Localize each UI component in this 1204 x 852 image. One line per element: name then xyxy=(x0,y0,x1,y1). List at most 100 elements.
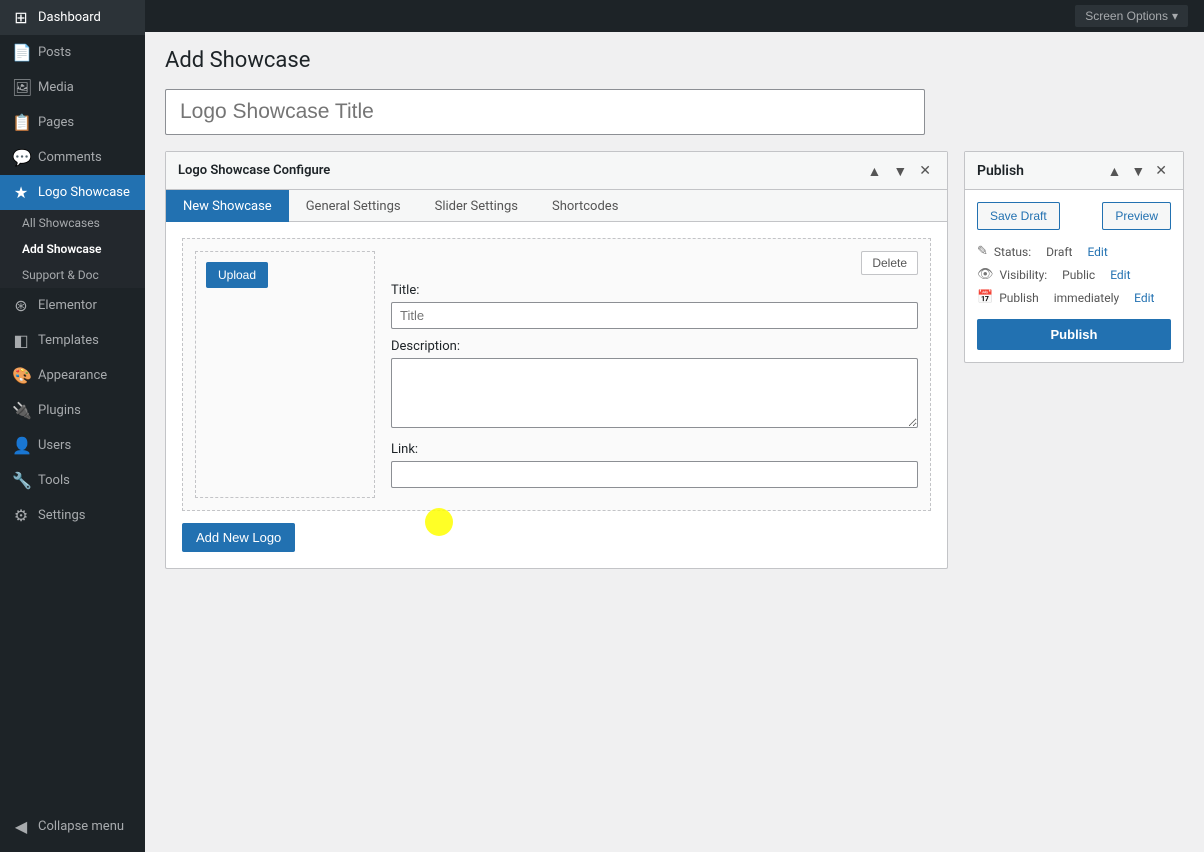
screen-options-button[interactable]: Screen Options ▾ xyxy=(1075,5,1188,27)
publish-time-value: immediately xyxy=(1054,291,1119,305)
sidebar-sub-label: Add Showcase xyxy=(22,242,102,256)
sidebar-item-all-showcases[interactable]: All Showcases xyxy=(0,210,145,236)
link-field-label: Link: xyxy=(391,442,918,457)
screen-options-label: Screen Options xyxy=(1085,9,1168,23)
tab-slider-settings[interactable]: Slider Settings xyxy=(418,190,535,222)
configure-box: Logo Showcase Configure ▲ ▼ ✕ New Showca… xyxy=(165,151,948,569)
publish-box-header: Publish ▲ ▼ ✕ xyxy=(965,152,1183,190)
logo-fields: Delete Title: Description: Link: xyxy=(391,251,918,498)
settings-icon: ⚙ xyxy=(12,506,30,525)
sidebar-item-logo-showcase[interactable]: ★ Logo Showcase xyxy=(0,175,145,210)
sidebar: ⊞ Dashboard 📄 Posts 🖼 Media 📋 Pages 💬 Co… xyxy=(0,0,145,852)
plugins-icon: 🔌 xyxy=(12,401,30,420)
configure-box-header: Logo Showcase Configure ▲ ▼ ✕ xyxy=(166,152,947,190)
visibility-edit-link[interactable]: Edit xyxy=(1110,268,1130,282)
posts-icon: 📄 xyxy=(12,43,30,62)
publish-box: Publish ▲ ▼ ✕ Save Draft Preview xyxy=(964,151,1184,363)
sidebar-item-dashboard[interactable]: ⊞ Dashboard xyxy=(0,0,145,35)
logo-description-input[interactable] xyxy=(391,358,918,428)
showcase-title-input[interactable] xyxy=(165,89,925,135)
sidebar-sub-label: All Showcases xyxy=(22,216,100,230)
upload-button[interactable]: Upload xyxy=(206,262,268,288)
save-draft-button[interactable]: Save Draft xyxy=(977,202,1060,230)
publish-box-close-btn[interactable]: ✕ xyxy=(1151,160,1171,181)
sidebar-item-appearance[interactable]: 🎨 Appearance xyxy=(0,358,145,393)
sidebar-item-label: Elementor xyxy=(38,298,97,313)
calendar-icon: 📅 xyxy=(977,290,993,305)
configure-box-close-btn[interactable]: ✕ xyxy=(915,160,935,181)
add-new-logo-button[interactable]: Add New Logo xyxy=(182,523,295,552)
sidebar-item-label: Plugins xyxy=(38,403,81,418)
publish-box-up-btn[interactable]: ▲ xyxy=(1104,160,1126,181)
sidebar-item-label: Templates xyxy=(38,333,99,348)
sidebar-collapse-menu[interactable]: ◀ Collapse menu xyxy=(0,809,145,844)
sidebar-item-label: Posts xyxy=(38,45,71,60)
tab-shortcodes[interactable]: Shortcodes xyxy=(535,190,635,222)
publish-button[interactable]: Publish xyxy=(977,319,1171,350)
status-label: Status: xyxy=(994,245,1031,259)
visibility-icon: 👁 xyxy=(977,267,994,282)
logo-showcase-icon: ★ xyxy=(12,183,30,202)
users-icon: 👤 xyxy=(12,436,30,455)
sidebar-item-settings[interactable]: ⚙ Settings xyxy=(0,498,145,533)
dashboard-icon: ⊞ xyxy=(12,8,30,27)
tab-general-settings[interactable]: General Settings xyxy=(289,190,418,222)
sidebar-sub-label: Support & Doc xyxy=(22,268,99,282)
description-field-label: Description: xyxy=(391,339,918,354)
sidebar-item-templates[interactable]: ◧ Templates xyxy=(0,323,145,358)
sidebar-item-users[interactable]: 👤 Users xyxy=(0,428,145,463)
templates-icon: ◧ xyxy=(12,331,30,350)
publish-meta: ✎ Status: Draft Edit 👁 Visibility: Publi… xyxy=(977,244,1171,305)
publish-time-edit-link[interactable]: Edit xyxy=(1134,291,1154,305)
sidebar-item-plugins[interactable]: 🔌 Plugins xyxy=(0,393,145,428)
publish-box-body: Save Draft Preview ✎ Status: Draft Edit xyxy=(965,190,1183,362)
publish-box-title: Publish xyxy=(977,163,1024,179)
sidebar-item-add-showcase[interactable]: Add Showcase xyxy=(0,236,145,262)
visibility-label: Visibility: xyxy=(1000,268,1048,282)
sidebar-item-support-doc[interactable]: Support & Doc xyxy=(0,262,145,288)
topbar: Screen Options ▾ xyxy=(145,0,1204,32)
title-field-label: Title: xyxy=(391,283,918,298)
sidebar-item-label: Media xyxy=(38,80,74,95)
status-value: Draft xyxy=(1046,245,1072,259)
content-layout: Logo Showcase Configure ▲ ▼ ✕ New Showca… xyxy=(165,151,1184,569)
collapse-label: Collapse menu xyxy=(38,819,124,834)
elementor-icon: ⊛ xyxy=(12,296,30,315)
tools-icon: 🔧 xyxy=(12,471,30,490)
publish-box-controls: ▲ ▼ ✕ xyxy=(1104,160,1171,181)
sidebar-item-label: Settings xyxy=(38,508,85,523)
status-meta-item: ✎ Status: Draft Edit xyxy=(977,244,1171,259)
sidebar-item-posts[interactable]: 📄 Posts xyxy=(0,35,145,70)
configure-box-up-btn[interactable]: ▲ xyxy=(864,160,886,181)
logo-upload-area: Upload xyxy=(195,251,375,498)
sidebar-item-media[interactable]: 🖼 Media xyxy=(0,70,145,105)
tab-bar: New Showcase General Settings Slider Set… xyxy=(166,190,947,222)
visibility-value: Public xyxy=(1062,268,1095,282)
sidebar-item-elementor[interactable]: ⊛ Elementor xyxy=(0,288,145,323)
configure-box-down-btn[interactable]: ▼ xyxy=(889,160,911,181)
media-icon: 🖼 xyxy=(12,78,30,97)
logo-link-input[interactable] xyxy=(391,461,918,488)
sidebar-item-comments[interactable]: 💬 Comments xyxy=(0,140,145,175)
sidebar-submenu: All Showcases Add Showcase Support & Doc xyxy=(0,210,145,288)
sidebar-item-label: Appearance xyxy=(38,368,107,383)
sidebar-item-tools[interactable]: 🔧 Tools xyxy=(0,463,145,498)
publish-time-meta-item: 📅 Publish immediately Edit xyxy=(977,290,1171,305)
sidebar-item-pages[interactable]: 📋 Pages xyxy=(0,105,145,140)
main-content: Add Showcase Logo Showcase Configure ▲ ▼… xyxy=(145,32,1204,852)
sidebar-item-label: Comments xyxy=(38,150,102,165)
sidebar-item-label: Logo Showcase xyxy=(38,185,130,200)
sidebar-item-label: Pages xyxy=(38,115,74,130)
preview-button[interactable]: Preview xyxy=(1102,202,1171,230)
main-panel: Logo Showcase Configure ▲ ▼ ✕ New Showca… xyxy=(165,151,948,569)
publish-box-down-btn[interactable]: ▼ xyxy=(1127,160,1149,181)
status-edit-link[interactable]: Edit xyxy=(1087,245,1107,259)
sidebar-item-label: Dashboard xyxy=(38,10,101,25)
page-title: Add Showcase xyxy=(165,48,1184,73)
tab-new-showcase[interactable]: New Showcase xyxy=(166,190,289,222)
delete-button[interactable]: Delete xyxy=(861,251,918,275)
sidebar-item-label: Users xyxy=(38,438,71,453)
appearance-icon: 🎨 xyxy=(12,366,30,385)
logo-title-input[interactable] xyxy=(391,302,918,329)
logo-item-row: Upload Delete Title: xyxy=(182,238,931,511)
